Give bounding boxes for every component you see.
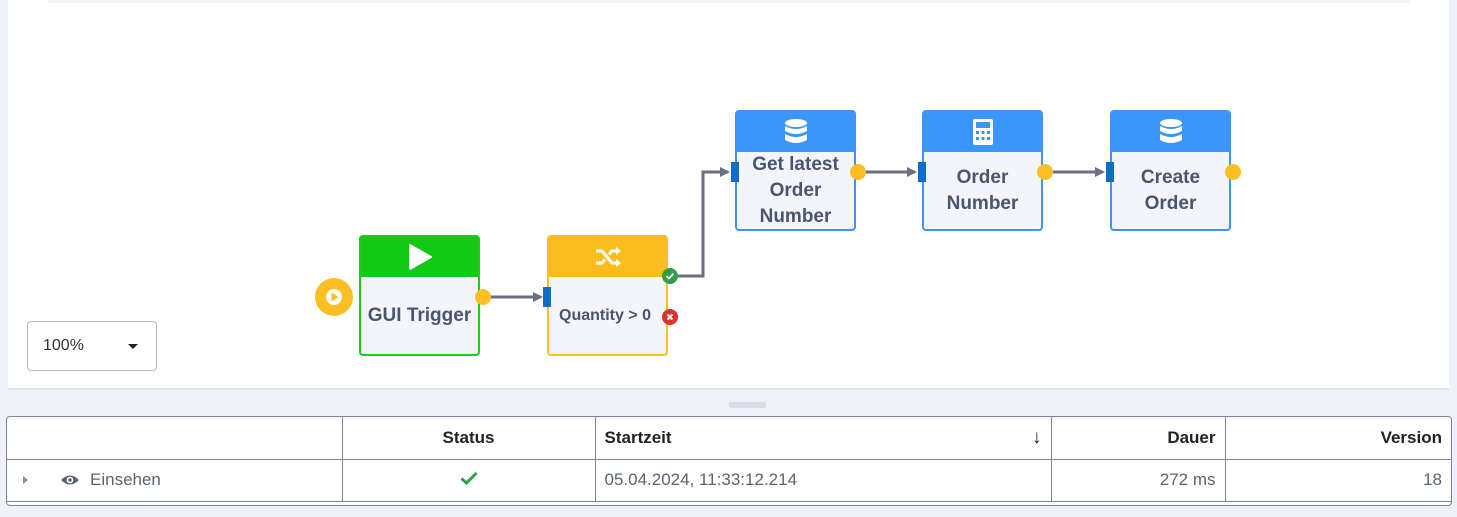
failure-port[interactable] [662,309,678,325]
node-get-latest-order-number[interactable]: Get latest Order Number [735,110,856,231]
column-header-actions [7,417,343,460]
node-label: Order Number [946,166,1019,214]
node-gui-trigger[interactable]: GUI Trigger [359,235,480,356]
table-row: Einsehen 05.04.2024, 11:33:12.214 272 ms… [7,459,1451,502]
database-icon [784,119,807,143]
row-actions-cell: Einsehen [7,459,343,502]
node-header [737,112,854,152]
node-create-order[interactable]: Create Order [1110,110,1231,231]
input-port[interactable] [543,287,551,307]
close-icon [666,313,674,321]
duration-cell: 272 ms [1051,459,1226,502]
check-icon [459,471,478,486]
zoom-value: 100% [43,337,84,354]
output-port[interactable] [850,164,866,180]
expand-row-icon[interactable] [23,476,28,484]
node-label: Get latest Order Number [752,153,839,227]
column-header-duration[interactable]: Dauer [1051,417,1226,460]
input-port[interactable] [1106,162,1114,182]
node-quantity-check[interactable]: Quantity > 0 [547,235,668,356]
node-order-number[interactable]: Order Number [922,110,1043,231]
play-icon [326,289,342,305]
executions-table: Status Startzeit ↓ Dauer Version Einsehe… [6,416,1452,506]
eye-icon[interactable] [60,473,80,487]
node-label: Quantity > 0 [559,306,652,324]
view-link[interactable]: Einsehen [90,470,161,490]
connector-condition-to-get-order [678,167,730,278]
shuffle-icon [595,247,621,267]
version-cell: 18 [1225,459,1451,502]
output-port[interactable] [1037,164,1053,180]
caret-down-icon [128,343,138,349]
trigger-start-button[interactable] [315,278,353,316]
resize-handle[interactable] [729,402,766,408]
output-port[interactable] [1225,164,1241,180]
node-header [549,237,666,277]
column-header-status[interactable]: Status [342,417,596,460]
node-header [1112,112,1229,152]
table-header-row: Status Startzeit ↓ Dauer Version [7,417,1451,460]
connectors [490,167,1105,302]
column-header-start[interactable]: Startzeit ↓ [595,417,1052,460]
node-label: GUI Trigger [367,304,472,326]
output-port[interactable] [475,289,491,305]
input-port[interactable] [731,162,739,182]
play-icon [408,244,432,270]
node-header [924,112,1041,152]
node-label: Create Order [1140,166,1201,214]
zoom-select[interactable]: 100% [27,321,157,371]
success-port[interactable] [662,268,678,284]
status-cell [342,459,596,502]
node-header [361,237,478,277]
calculator-icon [972,119,993,145]
start-time-cell: 05.04.2024, 11:33:12.214 [595,459,1052,502]
check-icon [665,272,675,280]
database-icon [1159,119,1182,143]
input-port[interactable] [918,162,926,182]
sort-desc-icon: ↓ [1032,426,1042,448]
flow-canvas[interactable]: GUI Trigger Quantity > 0 Get latest Orde… [8,0,1449,390]
column-header-version[interactable]: Version [1225,417,1451,460]
